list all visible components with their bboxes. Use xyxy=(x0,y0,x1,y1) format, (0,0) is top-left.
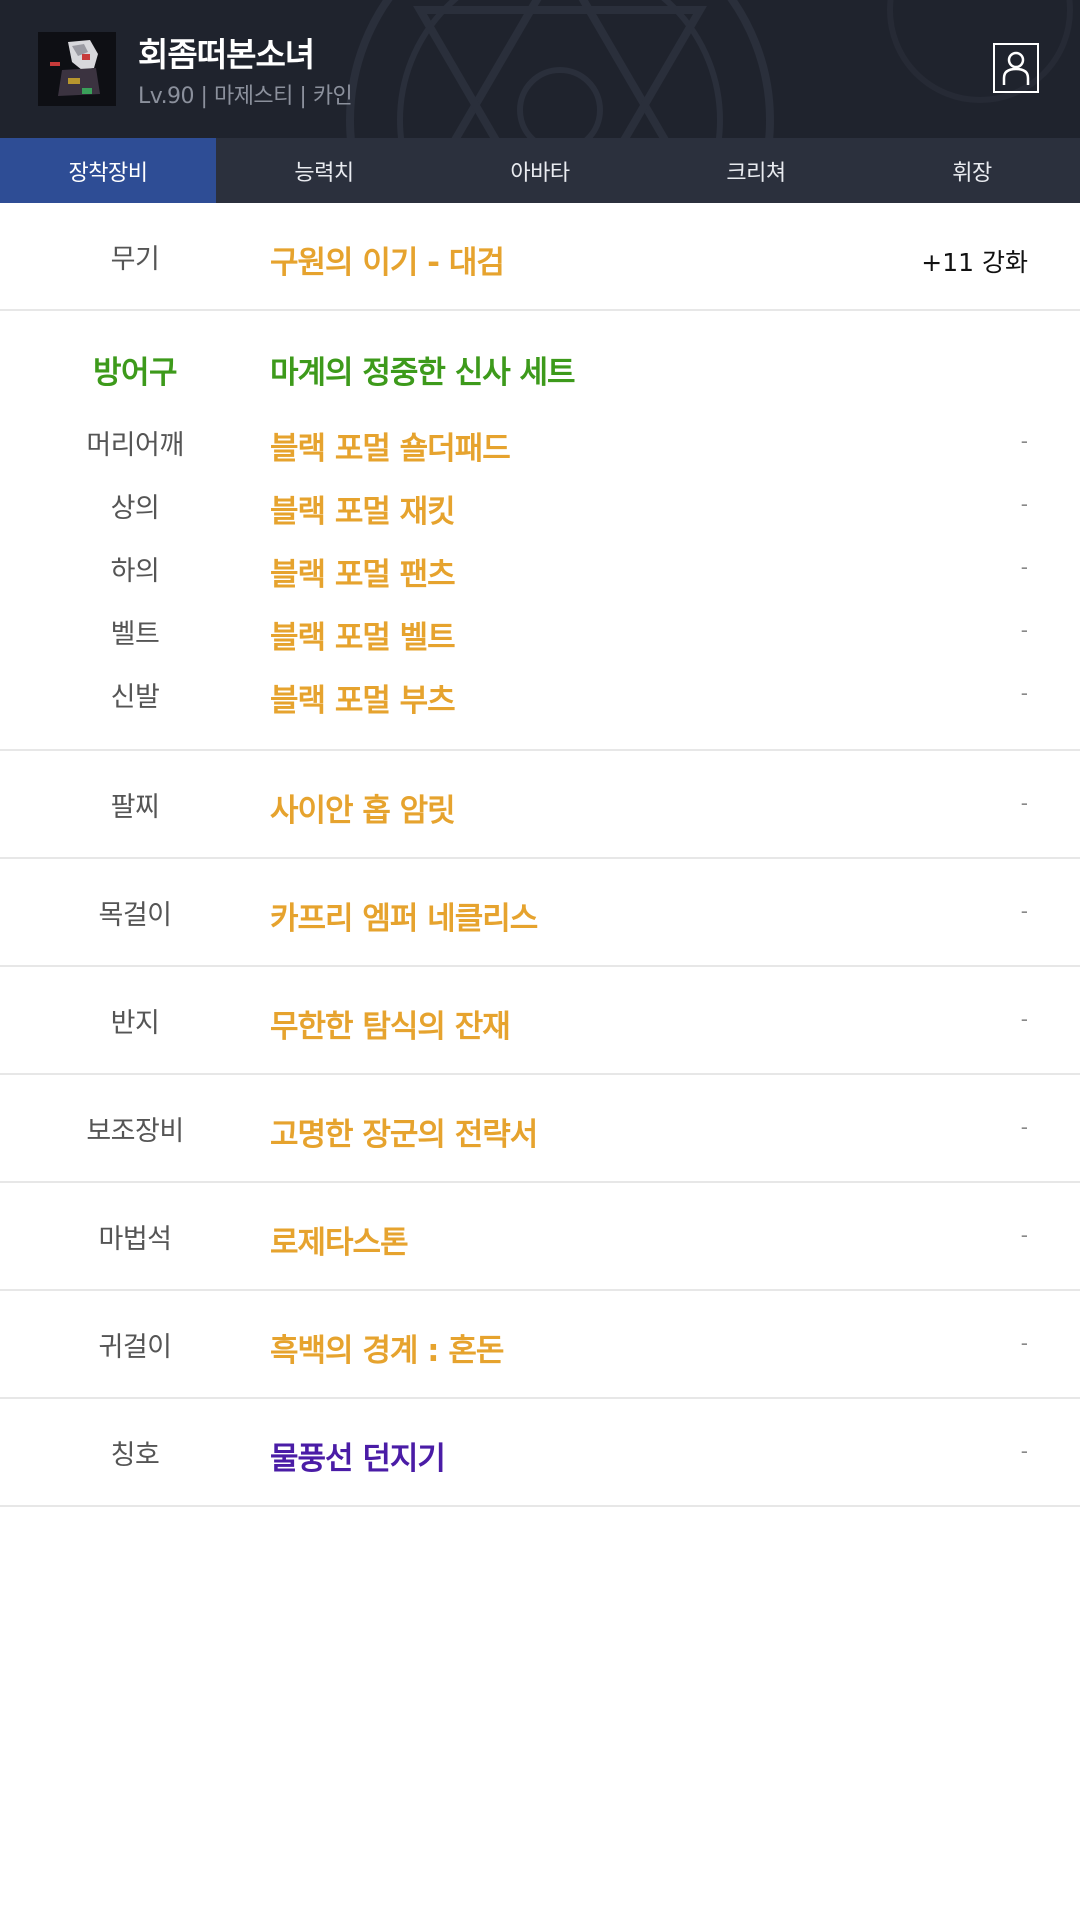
armor-section: 방어구 마계의 정중한 신사 세트 머리어깨 블랙 포멀 숄더패드 - 상의 블… xyxy=(0,311,1080,751)
armor-piece-row[interactable]: 머리어깨 블랙 포멀 숄더패드 - xyxy=(0,423,1080,485)
slot-label: 팔찌 xyxy=(110,792,160,823)
item-value: - xyxy=(1020,1115,1028,1139)
tab-equipment[interactable]: 장착장비 xyxy=(0,138,216,203)
support-equipment-row[interactable]: 보조장비 고명한 장군의 전략서 - xyxy=(0,1075,1080,1183)
item-name: 블랙 포멀 벨트 xyxy=(270,620,456,656)
item-name: 블랙 포멀 재킷 xyxy=(270,494,456,530)
earring-row[interactable]: 귀걸이 흑백의 경계 : 혼돈 - xyxy=(0,1291,1080,1399)
item-value: - xyxy=(1020,429,1028,453)
necklace-row[interactable]: 목걸이 카프리 엠퍼 네클리스 - xyxy=(0,859,1080,967)
character-name: 회좀떠본소녀 xyxy=(138,35,315,74)
item-name: 블랙 포멀 팬츠 xyxy=(270,557,456,593)
slot-label: 방어구 xyxy=(92,355,178,391)
slot-label: 머리어깨 xyxy=(86,430,184,461)
bracelet-row[interactable]: 팔찌 사이안 홉 암릿 - xyxy=(0,751,1080,859)
slot-label: 귀걸이 xyxy=(98,1332,172,1363)
slot-label: 무기 xyxy=(110,244,160,275)
item-name: 무한한 탐식의 잔재 xyxy=(270,1009,511,1045)
item-name: 블랙 포멀 부츠 xyxy=(270,683,456,719)
item-name: 사이안 홉 암릿 xyxy=(270,793,456,829)
item-name: 물풍선 던지기 xyxy=(270,1441,446,1477)
slot-label: 칭호 xyxy=(110,1440,160,1471)
slot-label: 상의 xyxy=(110,493,160,524)
item-value: - xyxy=(1020,492,1028,516)
item-value: - xyxy=(1020,899,1028,923)
item-value: - xyxy=(1020,791,1028,815)
slot-label: 보조장비 xyxy=(86,1116,184,1147)
item-value: - xyxy=(1020,1007,1028,1031)
tab-stats[interactable]: 능력치 xyxy=(216,138,432,203)
item-value: - xyxy=(1020,618,1028,642)
character-info: Lv.90 | 마제스티 | 카인 xyxy=(138,84,353,109)
character-avatar[interactable] xyxy=(38,32,116,106)
armor-piece-row[interactable]: 신발 블랙 포멀 부츠 - xyxy=(0,675,1080,737)
enhance-level: +11 강화 xyxy=(921,248,1028,277)
item-name: 로제타스톤 xyxy=(270,1225,409,1261)
slot-label: 목걸이 xyxy=(98,900,172,931)
item-value: - xyxy=(1020,681,1028,705)
slot-label: 반지 xyxy=(110,1008,160,1039)
magic-stone-row[interactable]: 마법석 로제타스톤 - xyxy=(0,1183,1080,1291)
weapon-row[interactable]: 무기 구원의 이기 - 대검 +11 강화 xyxy=(0,203,1080,311)
set-name: 마계의 정중한 신사 세트 xyxy=(270,355,576,391)
item-name: 고명한 장군의 전략서 xyxy=(270,1117,538,1153)
slot-label: 하의 xyxy=(110,556,160,587)
armor-piece-row[interactable]: 상의 블랙 포멀 재킷 - xyxy=(0,486,1080,548)
item-value: - xyxy=(1020,555,1028,579)
ring-row[interactable]: 반지 무한한 탐식의 잔재 - xyxy=(0,967,1080,1075)
item-name: 블랙 포멀 숄더패드 xyxy=(270,431,511,467)
item-value: - xyxy=(1020,1331,1028,1355)
armor-piece-row[interactable]: 벨트 블랙 포멀 벨트 - xyxy=(0,612,1080,674)
item-name: 흑백의 경계 : 혼돈 xyxy=(270,1333,504,1369)
title-row[interactable]: 칭호 물풍선 던지기 - xyxy=(0,1399,1080,1507)
tab-insignia[interactable]: 휘장 xyxy=(864,138,1080,203)
tab-creature[interactable]: 크리쳐 xyxy=(648,138,864,203)
item-name: 구원의 이기 - 대검 xyxy=(270,245,505,281)
person-icon xyxy=(1002,51,1030,85)
slot-label: 벨트 xyxy=(110,619,160,650)
item-name: 카프리 엠퍼 네클리스 xyxy=(270,901,538,937)
profile-button[interactable] xyxy=(993,43,1039,93)
item-value: - xyxy=(1020,1439,1028,1463)
tab-avatar[interactable]: 아바타 xyxy=(432,138,648,203)
tab-bar: 장착장비 능력치 아바타 크리쳐 휘장 xyxy=(0,138,1080,203)
slot-label: 마법석 xyxy=(98,1224,172,1255)
character-header: 회좀떠본소녀 Lv.90 | 마제스티 | 카인 xyxy=(0,0,1080,138)
armor-piece-row[interactable]: 하의 블랙 포멀 팬츠 - xyxy=(0,549,1080,611)
item-value: - xyxy=(1020,1223,1028,1247)
slot-label: 신발 xyxy=(110,682,160,713)
